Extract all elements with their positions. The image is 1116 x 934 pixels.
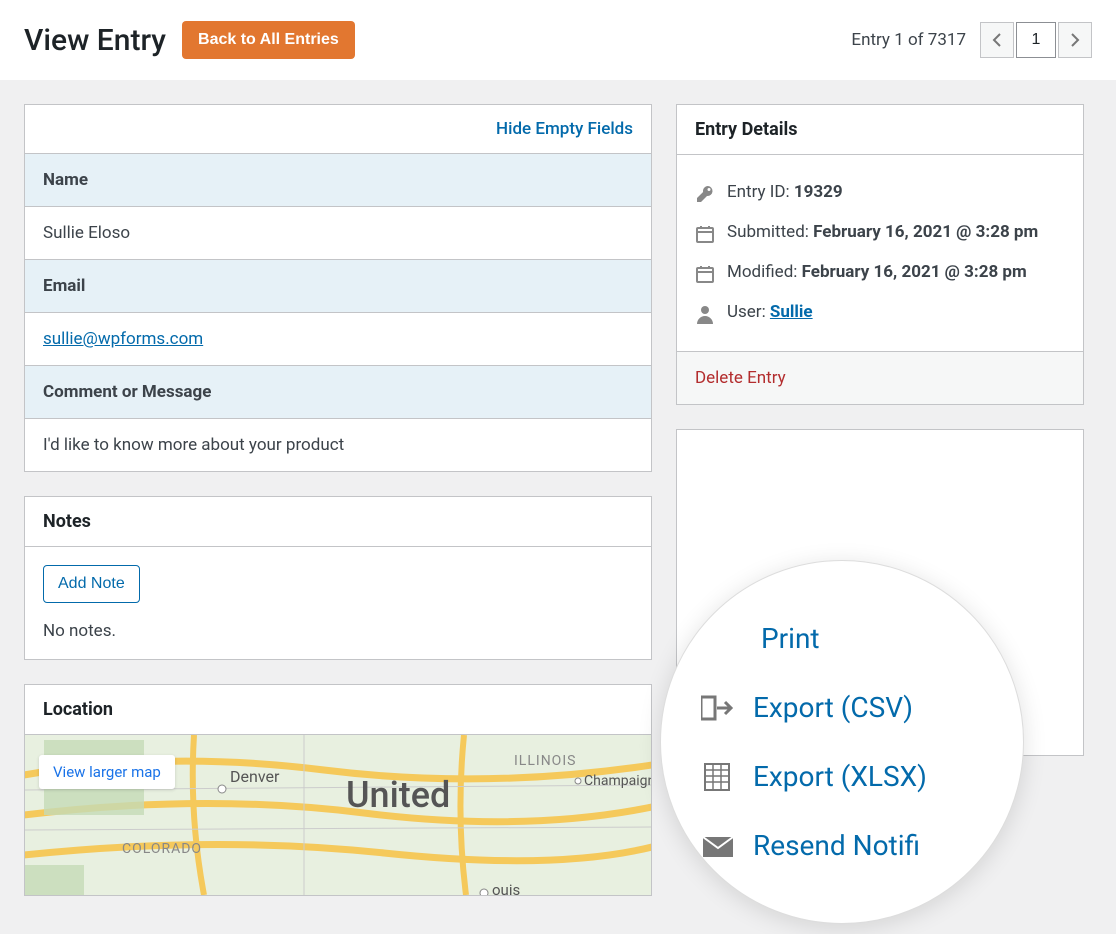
field-label-name: Name (25, 154, 651, 207)
resend-label: Resend Notifi (753, 829, 920, 862)
entry-counter: Entry 1 of 7317 (851, 30, 966, 50)
pagination (980, 22, 1092, 58)
export-xlsx-label: Export (XLSX) (753, 760, 927, 793)
svg-text:ouis: ouis (492, 881, 520, 895)
notes-panel-body: Add Note No notes. (25, 547, 651, 659)
export-icon (701, 693, 737, 723)
chevron-left-icon (992, 33, 1002, 47)
email-link[interactable]: sullie@wpforms.com (43, 329, 203, 349)
zoom-export-xlsx[interactable]: Export (XLSX) (701, 742, 1023, 811)
field-label-comment: Comment or Message (25, 366, 651, 419)
svg-text:COLORADO: COLORADO (122, 841, 202, 857)
prev-entry-button[interactable] (980, 22, 1014, 58)
svg-text:ILLINOIS: ILLINOIS (514, 753, 576, 769)
svg-text:Denver: Denver (230, 767, 280, 786)
field-label-email: Email (25, 260, 651, 313)
content-area: Hide Empty Fields Name Sullie Eloso Emai… (0, 80, 1116, 920)
delete-section: Delete Entry (677, 351, 1083, 404)
field-value-comment: I'd like to know more about your product (25, 419, 651, 471)
svg-text:Champaign: Champaign (584, 773, 651, 789)
zoom-export-csv[interactable]: Export (CSV) (701, 673, 1023, 742)
mail-icon (701, 831, 737, 861)
modified-text: Modified: February 16, 2021 @ 3:28 pm (727, 262, 1027, 282)
map-container[interactable]: Denver ILLINOIS Champaign COLORADO Unite… (25, 735, 651, 895)
header-right: Entry 1 of 7317 (851, 22, 1092, 58)
entry-details-panel: Entry Details Entry ID: 19329 Submitted (676, 104, 1084, 405)
calendar-icon (695, 224, 715, 244)
page-title: View Entry (24, 23, 166, 58)
view-larger-map-button[interactable]: View larger map (39, 755, 175, 789)
detail-modified: Modified: February 16, 2021 @ 3:28 pm (695, 253, 1065, 293)
user-icon (695, 304, 715, 324)
submitted-text: Submitted: February 16, 2021 @ 3:28 pm (727, 222, 1038, 242)
entry-id-text: Entry ID: 19329 (727, 182, 843, 202)
zoom-resend[interactable]: Resend Notifi (701, 811, 1023, 880)
spreadsheet-icon (701, 762, 737, 792)
header-left: View Entry Back to All Entries (24, 21, 355, 59)
notes-panel: Notes Add Note No notes. (24, 496, 652, 660)
detail-submitted: Submitted: February 16, 2021 @ 3:28 pm (695, 213, 1065, 253)
export-csv-label: Export (CSV) (753, 691, 913, 724)
left-column: Hide Empty Fields Name Sullie Eloso Emai… (24, 104, 652, 896)
hide-fields-bar: Hide Empty Fields (25, 105, 651, 154)
header-bar: View Entry Back to All Entries Entry 1 o… (0, 0, 1116, 80)
next-entry-button[interactable] (1058, 22, 1092, 58)
location-panel: Location Denver ILLINOIS (24, 684, 652, 896)
add-note-button[interactable]: Add Note (43, 565, 140, 603)
detail-user: User: Sullie (695, 293, 1065, 333)
no-notes-text: No notes. (43, 621, 633, 641)
svg-text:United: United (346, 774, 450, 816)
page-number-input[interactable] (1016, 22, 1056, 58)
calendar-icon (695, 264, 715, 284)
entry-fields-panel: Hide Empty Fields Name Sullie Eloso Emai… (24, 104, 652, 472)
entry-details-title: Entry Details (677, 105, 1083, 155)
user-text: User: Sullie (727, 302, 813, 322)
field-value-name: Sullie Eloso (25, 207, 651, 260)
print-label: Print (761, 622, 820, 655)
location-panel-title: Location (25, 685, 651, 735)
notes-panel-title: Notes (25, 497, 651, 547)
detail-entry-id: Entry ID: 19329 (695, 173, 1065, 213)
zoom-magnifier: Print Export (CSV) Export (XLSX) Resend … (660, 560, 1024, 924)
user-link[interactable]: Sullie (770, 302, 813, 322)
field-value-email: sullie@wpforms.com (25, 313, 651, 366)
chevron-right-icon (1070, 33, 1080, 47)
entry-details-body: Entry ID: 19329 Submitted: February 16, … (677, 155, 1083, 351)
back-to-entries-button[interactable]: Back to All Entries (182, 21, 355, 59)
delete-entry-link[interactable]: Delete Entry (695, 368, 786, 388)
hide-empty-fields-link[interactable]: Hide Empty Fields (496, 119, 633, 139)
key-icon (695, 184, 715, 204)
